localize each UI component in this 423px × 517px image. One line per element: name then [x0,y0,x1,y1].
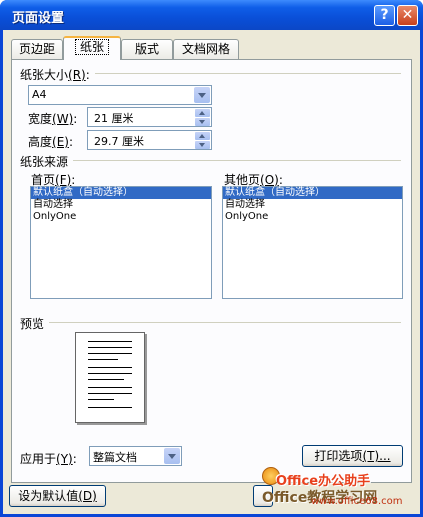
other-pages-tray-list[interactable]: 默认纸盒（自动选择） 自动选择 OnlyOne [222,186,403,299]
print-options-button[interactable]: 打印选项(T)... [302,445,403,467]
close-button[interactable]: ✕ [397,5,418,26]
tab-label: 文档网格 [181,42,230,56]
chevron-down-icon[interactable] [164,448,180,464]
height-label: 高度(E): [28,135,74,149]
paper-size-value: A4 [32,88,47,101]
help-icon: ? [380,7,389,23]
preview-text-line [88,367,132,368]
tab-document-grid[interactable]: 文档网格 [173,39,239,59]
help-button[interactable]: ? [374,5,395,26]
preview-text-line [88,407,132,408]
tab-label: 版式 [134,42,159,56]
list-item[interactable]: 默认纸盒（自动选择） [223,187,402,199]
preview-text-line [88,359,118,360]
spin-down-icon[interactable] [195,141,210,149]
tab-label: 页边距 [18,42,55,56]
tab-margins[interactable]: 页边距 [11,39,63,59]
list-item[interactable]: OnlyOne [31,211,211,223]
chevron-down-icon[interactable] [194,87,210,103]
preview-text-line [88,341,132,342]
list-item[interactable]: 自动选择 [223,199,402,211]
group-divider [73,160,401,161]
title-bar[interactable]: 页面设置 ? ✕ [0,0,423,30]
apply-to-label: 应用于(Y): [20,452,77,466]
set-as-default-button[interactable]: 设为默认值(D) [9,485,106,507]
height-spinner[interactable]: 29.7 厘米 [87,130,212,150]
width-label: 宽度(W): [28,112,78,126]
apply-to-value: 整篇文档 [93,451,137,464]
dialog-client: 页边距 纸张 版式 文档网格 纸张大小(R): A4 宽度(W): 21 厘米 … [3,30,420,514]
preview-group-label: 预览 [20,317,45,331]
page-setup-dialog: 页面设置 ? ✕ 页边距 纸张 版式 文档网格 纸张大小(R): A4 宽度(W… [0,0,423,517]
apply-to-select[interactable]: 整篇文档 [89,446,182,466]
spin-down-icon[interactable] [195,118,210,126]
preview-text-line [88,393,132,394]
list-item[interactable]: 自动选择 [31,199,211,211]
preview-text-line [88,399,114,400]
preview-text-line [88,387,132,388]
preview-text-line [88,379,124,380]
watermark-line3: www.office68.com [311,496,403,507]
preview-text-line [88,353,132,354]
close-icon: ✕ [401,7,414,23]
height-value: 29.7 厘米 [94,135,144,148]
paper-source-group-label: 纸张来源 [20,155,69,169]
paper-size-group-label: 纸张大小(R): [20,68,90,82]
paper-size-select[interactable]: A4 [28,85,212,105]
tab-layout[interactable]: 版式 [121,39,173,59]
dialog-title: 页面设置 [12,11,65,26]
spin-up-icon[interactable] [195,132,210,140]
preview-text-line [88,373,132,374]
page-preview [75,332,145,423]
list-item[interactable]: OnlyOne [223,211,402,223]
tab-label: 纸张 [74,39,109,55]
first-page-tray-list[interactable]: 默认纸盒（自动选择） 自动选择 OnlyOne [30,186,212,299]
tab-paper[interactable]: 纸张 [63,36,121,60]
preview-text-line [88,347,132,348]
width-spinner[interactable]: 21 厘米 [87,107,212,127]
list-item[interactable]: 默认纸盒（自动选择） [31,187,211,199]
group-divider [95,73,401,74]
group-divider [49,322,401,323]
spin-up-icon[interactable] [195,109,210,117]
width-value: 21 厘米 [94,112,134,125]
